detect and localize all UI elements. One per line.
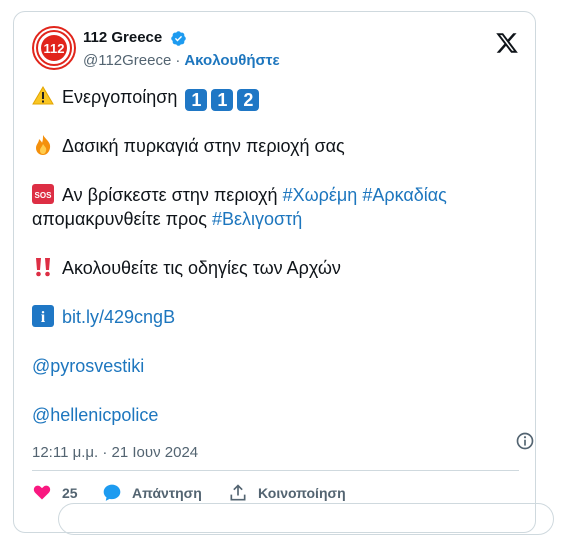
fire-text: Δασική πυρκαγιά στην περιοχή σας [62, 136, 345, 156]
share-label: Κοινοποίηση [258, 485, 346, 501]
mention-pyrosvestiki[interactable]: @pyrosvestiki [32, 356, 144, 376]
avatar[interactable]: 112 [32, 26, 76, 70]
hashtag-choremi[interactable]: #Χωρέμη [283, 185, 358, 205]
reply-button[interactable]: Απάντηση [102, 483, 202, 503]
like-button[interactable]: 25 [32, 483, 78, 503]
reply-label: Απάντηση [132, 485, 202, 501]
instructions-text: Ακολουθείτε τις οδηγίες των Αρχών [62, 258, 341, 278]
double-exclamation-icon [36, 258, 50, 277]
location-line: SOS Αν βρίσκεστε στην περιοχή #Χωρέμη #Α… [32, 183, 447, 207]
info-letter: i [41, 309, 46, 326]
activation-text: Ενεργοποίηση [62, 87, 178, 107]
mention-hellenicpolice[interactable]: @hellenicpolice [32, 405, 158, 425]
evacuate-line: απομακρυνθείτε προς #Βελιγοστή [32, 207, 302, 231]
read-replies-button[interactable] [58, 503, 554, 535]
evacuate-text: απομακρυνθείτε προς [32, 209, 207, 229]
sos-label: SOS [35, 191, 53, 200]
hashtag-arkadias[interactable]: #Αρκαδίας [362, 185, 447, 205]
activation-line: Ενεργοποίηση 1 1 2 [32, 85, 260, 111]
share-button[interactable]: Κοινοποίηση [228, 483, 346, 503]
divider [32, 470, 519, 471]
info-circle-icon[interactable] [515, 431, 535, 451]
fire-line: Δασική πυρκαγιά στην περιοχή σας [32, 134, 345, 158]
follow-button[interactable]: Ακολουθήστε [184, 52, 279, 69]
hashtag-veligosti[interactable]: #Βελιγοστή [212, 209, 302, 229]
digit-box-3: 2 [237, 89, 260, 111]
link-line: i bit.ly/429cngB [32, 305, 175, 329]
digit-box-1: 1 [185, 89, 208, 111]
short-link[interactable]: bit.ly/429cngB [62, 307, 175, 327]
tweet-embed-card[interactable]: 112 112 Greece @112Greece·Ακολουθήστε [13, 11, 554, 535]
like-count: 25 [62, 485, 78, 501]
separator: · [175, 52, 181, 70]
share-icon [230, 484, 246, 501]
display-name[interactable]: 112 Greece [83, 29, 162, 47]
heart-icon [33, 485, 51, 500]
tweet-header: 112 112 Greece @112Greece · Ακολουθήστε [30, 20, 519, 70]
avatar-logo: 112 [36, 30, 72, 66]
x-logo-icon[interactable] [495, 31, 519, 55]
verified-badge-icon [170, 30, 186, 46]
info-icon: i [32, 305, 54, 327]
avatar-text: 112 [44, 41, 65, 56]
sos-icon: SOS [32, 184, 54, 204]
timestamp[interactable]: 12:11 μ.μ. · 21 Ιουν 2024 [32, 444, 198, 462]
mention-line-2: @hellenicpolice [32, 403, 158, 427]
mention-line-1: @pyrosvestiki [32, 354, 144, 378]
warning-icon [32, 86, 54, 105]
reply-bubble-icon [103, 484, 121, 501]
fire-icon [36, 135, 51, 155]
handle[interactable]: @112Greece [83, 52, 171, 69]
digit-box-2: 1 [211, 89, 234, 111]
instructions-line: Ακολουθείτε τις οδηγίες των Αρχών [32, 256, 341, 280]
location-text: Αν βρίσκεστε στην περιοχή [62, 185, 278, 205]
